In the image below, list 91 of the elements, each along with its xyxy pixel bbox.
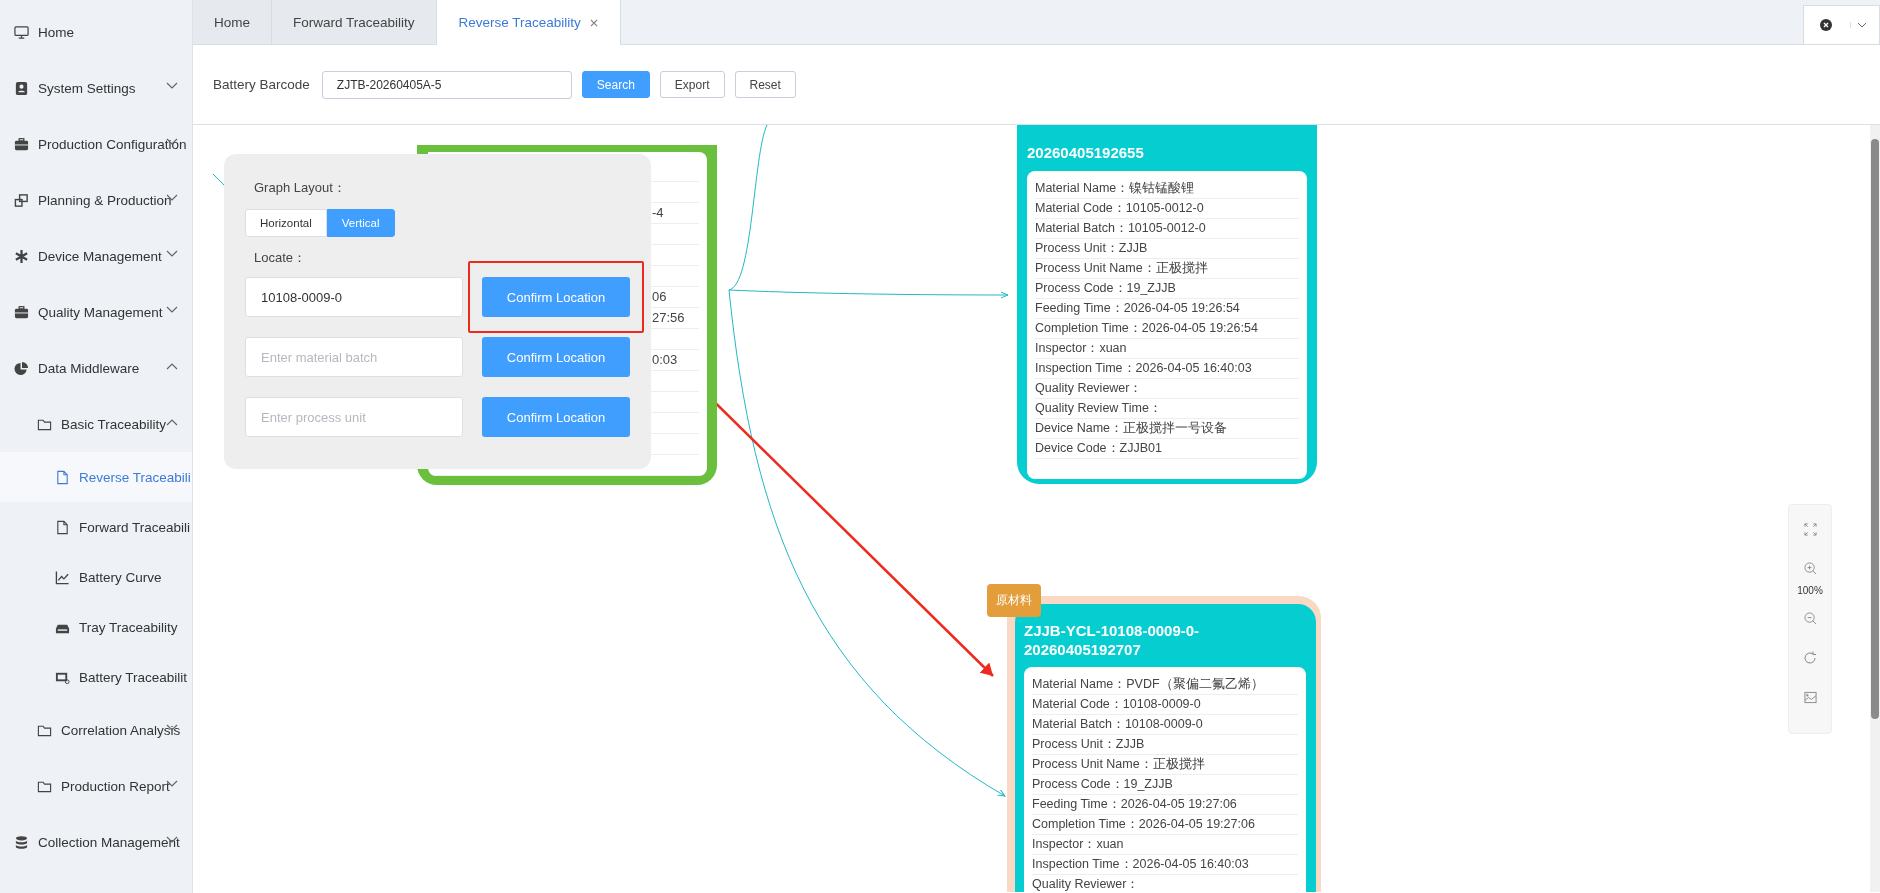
pie-icon (14, 360, 29, 376)
node-field: Process Code：19_ZJJB (1035, 279, 1299, 299)
zoom-in-icon[interactable] (1803, 562, 1817, 575)
menu-item[interactable]: Battery Traceabilit (0, 652, 192, 702)
sidebar-item[interactable]: Data Middleware (0, 340, 192, 396)
node-field: Inspector：xuan (1035, 339, 1299, 359)
zoom-level: 100% (1797, 585, 1823, 596)
panel-label: Graph Layout： (254, 179, 347, 197)
sidebar-item[interactable]: Device Management (0, 228, 192, 284)
node-field: -4 (652, 205, 664, 220)
badge-icon (14, 80, 29, 96)
refresh-icon[interactable] (1803, 651, 1817, 665)
node-field: Device Code：ZJJB01 (1035, 439, 1299, 459)
barcode-input[interactable]: ZJTB-20260405A-5 (321, 70, 572, 99)
node-field: Material Name：PVDF（聚偏二氟乙烯） (1032, 675, 1298, 695)
action-button[interactable]: Reset (734, 71, 796, 98)
locate-input[interactable]: Enter material batch (245, 337, 463, 377)
node-title: 20260405192655 (1027, 143, 1145, 163)
node-field: Device Name：正极搅拌一号设备 (1035, 419, 1299, 439)
sidebar-item[interactable]: Home (0, 4, 192, 60)
node-field: Process Unit：ZJJB (1032, 735, 1298, 755)
node-field: Material Code：10108-0009-0 (1032, 695, 1298, 715)
windows-icon (14, 192, 29, 208)
sidebar-item[interactable]: System Settings (0, 60, 192, 116)
node-title: ZJJB-YCL-10108-0009-0-20260405192707 (1024, 621, 1201, 660)
node-field: 0:03 (652, 352, 678, 367)
node-field: Material Code：10105-0012-0 (1035, 199, 1299, 219)
fullscreen-icon[interactable] (1803, 523, 1817, 536)
node-field: 06 (652, 289, 667, 304)
node-field: Quality Reviewer： (1035, 379, 1299, 399)
node-field: Material Batch：10108-0009-0 (1032, 715, 1298, 735)
sidebar-item[interactable]: Planning & Production (0, 172, 192, 228)
monitor-icon (14, 24, 29, 40)
sidebar-item[interactable]: Correlation Analysis (0, 702, 192, 758)
sidebar-item[interactable]: Basic Traceability (0, 396, 192, 452)
node-field: Process Code：19_ZJJB (1032, 775, 1298, 795)
sidebar-item[interactable]: Production Report (0, 758, 192, 814)
zoom-out-icon[interactable] (1803, 612, 1817, 625)
sidebar-item[interactable]: Quality Management (0, 284, 192, 340)
chevron-icon (166, 82, 178, 90)
chevron-icon (166, 250, 178, 258)
action-button[interactable]: Export (659, 71, 725, 98)
close-all-icon[interactable] (1820, 19, 1832, 31)
node-tag: 原材料 (987, 584, 1041, 617)
asterisk-icon (14, 248, 29, 264)
case-icon (14, 136, 29, 152)
chevron-icon (166, 724, 178, 732)
sidebar-item[interactable]: Collection Management (0, 814, 192, 870)
node-field: Completion Time：2026-04-05 19:27:06 (1032, 815, 1298, 835)
tab[interactable]: Home (193, 0, 272, 44)
menu-item[interactable]: Reverse Traceabili (0, 452, 192, 502)
close-icon[interactable] (589, 18, 598, 27)
node-field: Process Unit Name：正极搅拌 (1035, 259, 1299, 279)
locate-input[interactable]: 10108-0009-0 (245, 277, 463, 317)
scrollbar-thumb[interactable] (1871, 139, 1879, 719)
node-field: Completion Time：2026-04-05 19:26:54 (1035, 319, 1299, 339)
node-field: Quality Review Time： (1035, 399, 1299, 419)
node-field: Inspection Time：2026-04-05 16:40:03 (1035, 359, 1299, 379)
node-field: Process Unit：ZJJB (1035, 239, 1299, 259)
node-card[interactable] (1017, 125, 1317, 484)
node-field: Quality Reviewer： (1032, 875, 1298, 892)
field-label: Battery Barcode (213, 77, 310, 92)
chevron-icon (166, 138, 178, 146)
case-icon (14, 304, 29, 320)
locate-input[interactable]: Enter process unit (245, 397, 463, 437)
tab[interactable]: Forward Traceability (272, 0, 437, 44)
panel-label: Locate： (254, 249, 308, 267)
chevron-icon (166, 306, 178, 314)
node-field: Feeding Time：2026-04-05 19:27:06 (1032, 795, 1298, 815)
dropdown-icon[interactable] (1850, 22, 1867, 28)
chevron-icon (166, 418, 178, 426)
db-icon (14, 834, 29, 850)
layout-toggle[interactable]: Horizontal (245, 209, 327, 237)
node-field: Feeding Time：2026-04-05 19:26:54 (1035, 299, 1299, 319)
node-field: Process Unit Name：正极搅拌 (1032, 755, 1298, 775)
node-field: 27:56 (652, 310, 685, 325)
sidebar-item[interactable]: Production Configuration (0, 116, 192, 172)
chart-icon (55, 569, 70, 585)
file-icon (55, 469, 70, 485)
menu-item[interactable]: Forward Traceabili (0, 502, 192, 552)
node-field: Inspection Time：2026-04-05 16:40:03 (1032, 855, 1298, 875)
tab[interactable]: Reverse Traceability (436, 0, 621, 45)
file-icon (55, 519, 70, 535)
chevron-icon (166, 836, 178, 844)
node-field: Inspector：xuan (1032, 835, 1298, 855)
image-icon[interactable] (1803, 691, 1817, 704)
menu-item[interactable]: Battery Curve (0, 552, 192, 602)
chevron-icon (166, 362, 178, 370)
node-field: Material Name：镍钴锰酸锂 (1035, 179, 1299, 199)
node-field: Material Batch：10105-0012-0 (1035, 219, 1299, 239)
menu-item[interactable]: Tray Traceability (0, 602, 192, 652)
